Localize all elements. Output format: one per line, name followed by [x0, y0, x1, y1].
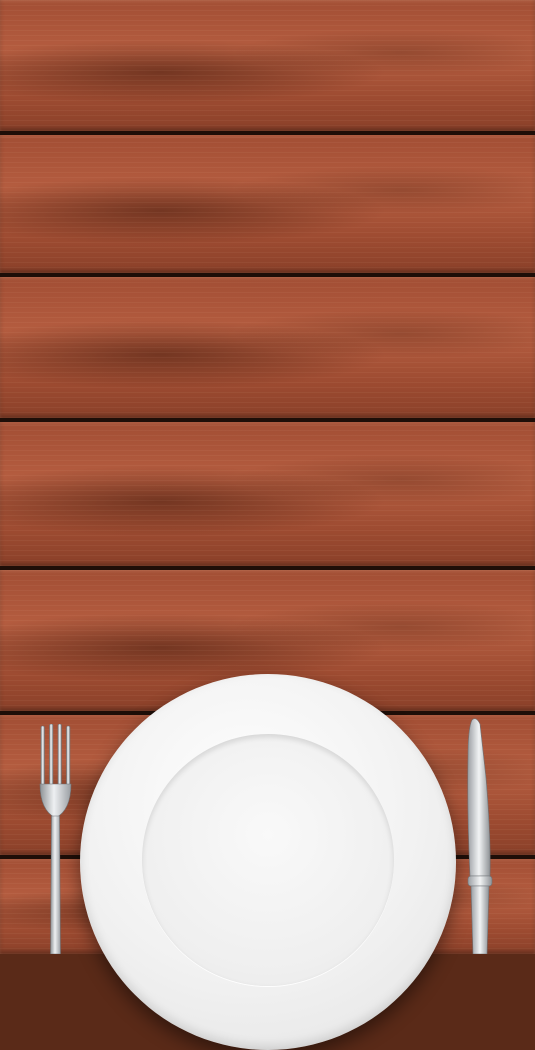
wood-plank [0, 135, 535, 273]
wood-plank [0, 0, 535, 131]
fork-icon [39, 724, 72, 954]
plate-icon [80, 674, 456, 1050]
knife-icon [467, 718, 493, 954]
wood-plank [0, 422, 535, 566]
wood-plank [0, 277, 535, 418]
plate-well [142, 734, 394, 986]
